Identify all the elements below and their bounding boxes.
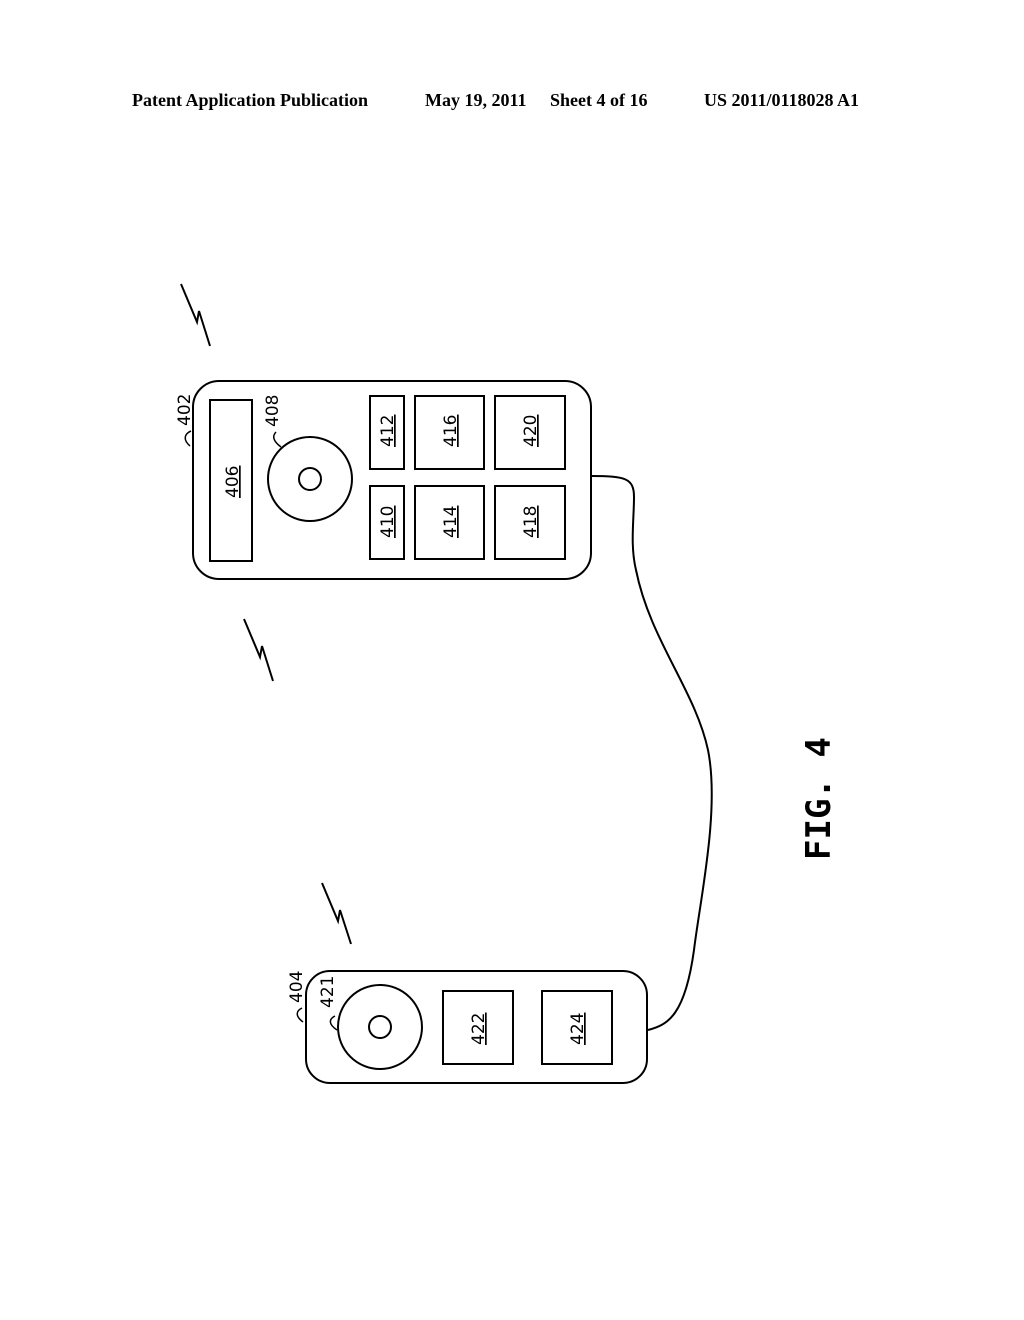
leader-404 — [296, 1007, 304, 1023]
wireless-signal-middle-icon — [243, 618, 274, 682]
ref-408: 408 — [263, 395, 283, 427]
leader-408 — [272, 431, 282, 448]
ref-416: 416 — [441, 415, 461, 447]
figure-drawing: 402 406 408 412 410 416 414 420 418 404 … — [175, 283, 839, 1084]
wireless-signal-bottom-icon — [321, 882, 352, 945]
figure-caption: FIG. 4 — [799, 737, 839, 860]
ref-410: 410 — [378, 506, 398, 538]
device-402: 402 406 408 412 410 416 414 420 418 — [175, 380, 592, 580]
connecting-cable — [590, 475, 713, 1031]
ref-420: 420 — [521, 415, 541, 447]
device-404: 404 421 422 424 — [287, 970, 648, 1084]
wheel-408 — [267, 436, 353, 522]
leader-402 — [184, 430, 192, 447]
ref-402: 402 — [175, 394, 195, 426]
leader-421 — [329, 1015, 338, 1031]
wheel-421 — [337, 984, 423, 1070]
wheel-421-center — [368, 1015, 392, 1039]
wireless-signal-top-icon — [180, 283, 211, 347]
ref-421: 421 — [318, 976, 338, 1008]
ref-412: 412 — [378, 415, 398, 447]
wheel-408-center — [298, 467, 322, 491]
ref-414: 414 — [441, 506, 461, 538]
ref-406: 406 — [223, 466, 243, 498]
ref-424: 424 — [568, 1013, 588, 1045]
ref-404: 404 — [287, 971, 307, 1003]
ref-422: 422 — [469, 1013, 489, 1045]
ref-418: 418 — [521, 506, 541, 538]
